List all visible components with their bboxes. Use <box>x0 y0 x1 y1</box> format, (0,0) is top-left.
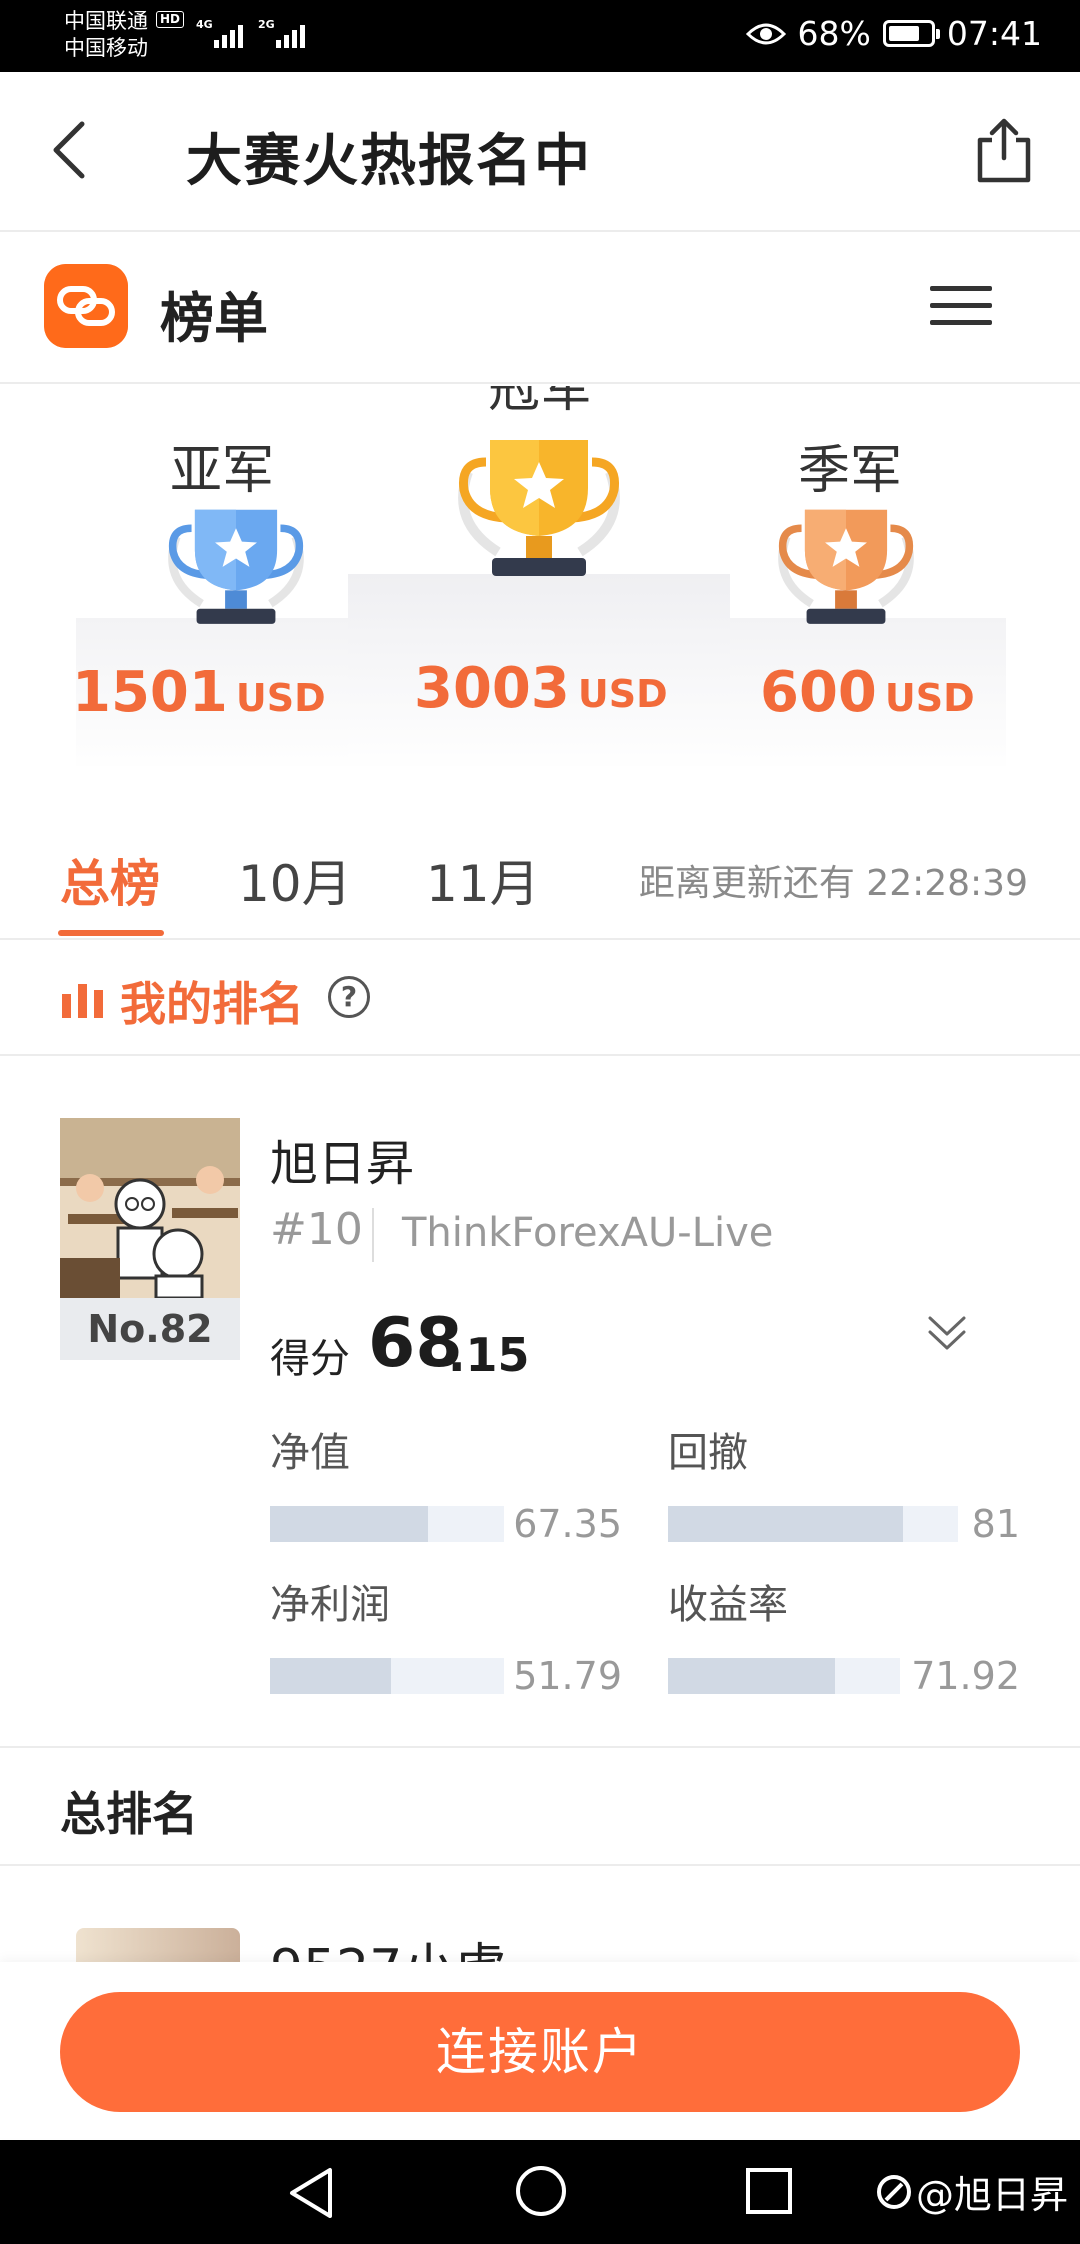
bottom-action-area: 连接账户 <box>0 1962 1080 2138</box>
network-type-2: 2G <box>258 18 275 31</box>
network-type-1: 4G <box>196 18 213 31</box>
metric-fill <box>270 1506 428 1542</box>
bar-chart-icon <box>62 984 103 1018</box>
section-title: 榜单 <box>160 287 268 350</box>
list-item-name: 9527小虎 <box>270 1926 506 1962</box>
app-logo-icon <box>44 264 128 348</box>
status-bar: 中国联通 中国移动 HD 4G 2G 68% 07:41 <box>0 0 1080 72</box>
update-countdown: 距离更新还有 22:28:39 <box>638 863 1028 904</box>
third-prize: 600 USD <box>760 660 975 725</box>
metric-value: 81 <box>971 1502 1020 1546</box>
nav-recents-icon[interactable] <box>746 2168 792 2214</box>
watermark: @旭日昇 <box>876 2164 1068 2219</box>
carrier-2: 中国移动 <box>64 36 148 60</box>
metric-fill <box>668 1506 903 1542</box>
metric-drawdown: 回撤 81 <box>668 1420 1020 1552</box>
back-arrow-icon[interactable] <box>42 118 106 182</box>
user-avatar[interactable] <box>60 1118 240 1298</box>
tab-overall[interactable]: 总榜 <box>60 844 160 916</box>
my-rank-header: 我的排名 ? <box>0 942 1080 1056</box>
hd-badge: HD <box>156 11 185 28</box>
first-place-label: 冠军 <box>487 386 592 419</box>
overall-ranking-title: 总排名 <box>60 1787 198 1841</box>
overall-ranking-header: 总排名 <box>0 1750 1080 1866</box>
metric-net-value: 净值 67.35 <box>270 1420 622 1552</box>
ranking-list-item[interactable]: 9527小虎 <box>0 1868 1080 1962</box>
metric-track <box>668 1658 900 1694</box>
metric-label: 净值 <box>270 1430 350 1476</box>
my-rank-title: 我的排名 <box>120 977 304 1031</box>
second-prize-unit: USD <box>235 676 326 720</box>
user-name: 旭日昇 <box>270 1136 415 1192</box>
app-header: 大赛火热报名中 <box>0 72 1080 232</box>
tab-october[interactable]: 10月 <box>238 844 352 916</box>
battery-percent: 68% <box>797 14 871 53</box>
third-prize-amount: 600 <box>760 660 877 725</box>
system-nav-bar: @旭日昇 <box>0 2140 1080 2244</box>
user-rank-number: #10 <box>270 1204 363 1255</box>
metric-value: 51.79 <box>513 1654 622 1698</box>
metric-value: 67.35 <box>513 1502 622 1546</box>
metric-track <box>270 1658 504 1694</box>
metric-value: 71.92 <box>911 1654 1020 1698</box>
first-prize: 3003 USD <box>414 656 668 721</box>
metric-fill <box>270 1658 392 1694</box>
score-label: 得分 <box>270 1336 350 1382</box>
ranking-tabs: 总榜 10月 11月 距离更新还有 22:28:39 <box>0 820 1080 940</box>
silver-trophy-icon <box>168 509 304 624</box>
metric-label: 回撤 <box>668 1430 748 1476</box>
carrier-info: 中国联通 中国移动 <box>64 8 148 62</box>
metric-label: 净利润 <box>270 1582 390 1628</box>
eye-icon <box>745 23 786 44</box>
avatar-rank-badge: No.82 <box>60 1298 240 1360</box>
gold-trophy-icon <box>458 440 620 576</box>
nav-home-icon[interactable] <box>516 2166 566 2216</box>
list-item-avatar <box>76 1928 240 1962</box>
tab-november[interactable]: 11月 <box>426 844 540 916</box>
score-decimal: .15 <box>448 1328 530 1382</box>
nav-back-icon[interactable] <box>286 2166 338 2220</box>
metric-net-profit: 净利润 51.79 <box>270 1572 622 1704</box>
double-chevron-down-icon[interactable] <box>924 1310 970 1356</box>
second-prize: 1501 USD <box>72 660 326 725</box>
second-prize-amount: 1501 <box>72 660 228 725</box>
section-bar: 榜单 <box>0 234 1080 384</box>
help-icon[interactable]: ? <box>328 976 370 1018</box>
metric-label: 收益率 <box>668 1582 788 1628</box>
first-prize-unit: USD <box>577 672 668 716</box>
bronze-trophy-icon <box>778 509 914 624</box>
menu-icon[interactable] <box>930 286 992 328</box>
battery-icon <box>882 20 940 47</box>
weibo-logo-icon <box>876 2174 911 2209</box>
metric-fill <box>668 1658 835 1694</box>
metric-track <box>668 1506 958 1542</box>
share-icon[interactable] <box>972 116 1036 186</box>
third-prize-unit: USD <box>884 676 975 720</box>
divider <box>372 1208 374 1262</box>
metric-return-rate: 收益率 71.92 <box>668 1572 1020 1704</box>
first-prize-amount: 3003 <box>414 656 570 721</box>
metric-track <box>270 1506 504 1542</box>
active-tab-indicator <box>58 930 164 936</box>
carrier-1: 中国联通 <box>64 9 148 33</box>
broker-account: ThinkForexAU-Live <box>402 1210 774 1256</box>
watermark-text: @旭日昇 <box>915 2173 1068 2217</box>
my-rank-card: No.82 旭日昇 #10 ThinkForexAU-Live 得分 68 .1… <box>0 1058 1080 1748</box>
third-place-label: 季军 <box>797 441 902 501</box>
prize-podium: 冠军 3003 USD 亚军 1501 USD 季军 600 USD <box>0 386 1080 766</box>
clock: 07:41 <box>946 14 1042 53</box>
page-title: 大赛火热报名中 <box>186 129 592 194</box>
status-right: 68% 07:41 <box>745 14 1042 53</box>
second-place-label: 亚军 <box>169 441 274 501</box>
connect-account-button[interactable]: 连接账户 <box>60 1992 1020 2112</box>
